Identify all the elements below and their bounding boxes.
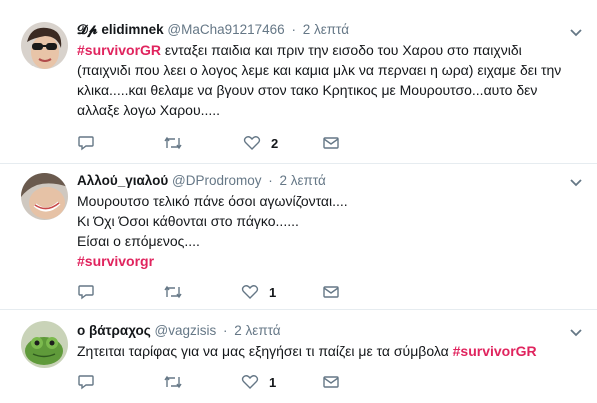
reply-button[interactable] bbox=[77, 133, 95, 153]
like-count: 2 bbox=[271, 135, 279, 151]
reply-icon bbox=[77, 135, 95, 151]
user-handle[interactable]: @vagzisis bbox=[155, 323, 217, 338]
tweet-line: (παιχνιδι που λεει ο λογος λεμε και καμι… bbox=[77, 60, 577, 80]
envelope-icon bbox=[322, 284, 340, 300]
reply-button[interactable] bbox=[77, 282, 95, 302]
tweet-line-text: Ζητειται ταρίφας για να μας εξηγήσει τι … bbox=[77, 343, 453, 359]
direct-message-button[interactable] bbox=[322, 372, 340, 392]
retweet-button[interactable] bbox=[163, 282, 183, 302]
tweet-actions: 2 bbox=[77, 133, 557, 153]
display-name[interactable]: ο βάτραχος bbox=[77, 323, 151, 338]
timestamp[interactable]: 2 λεπτά bbox=[303, 22, 349, 37]
tweet-line-text: Κι Όχι Όσοι κάθονται στο πάγκο...... bbox=[77, 213, 299, 229]
tweet-line: κλικα.....και θελαμε να βγουν στον τακο … bbox=[77, 80, 577, 100]
envelope-icon bbox=[322, 374, 340, 390]
tweet-text: Ζητειται ταρίφας για να μας εξηγήσει τι … bbox=[77, 341, 577, 361]
tweet-line: #survivorGR ενταξει παιδια και πριν την … bbox=[77, 40, 577, 60]
direct-message-button[interactable] bbox=[322, 133, 340, 153]
reply-icon bbox=[77, 284, 95, 300]
tweet-header: 𝓓𝓹 elidimnek @MaCha91217466 · 2 λεπτά bbox=[77, 21, 349, 39]
display-name[interactable]: 𝓓𝓹 elidimnek bbox=[77, 22, 164, 37]
user-handle[interactable]: @MaCha91217466 bbox=[167, 22, 284, 37]
tweet-line: #survivorgr bbox=[77, 251, 577, 271]
tweet[interactable]: ο βάτραχος @vagzisis · 2 λεπτά Ζητειται … bbox=[0, 310, 597, 403]
tweet-line-text: (παιχνιδι που λεει ο λογος λεμε και καμι… bbox=[77, 62, 562, 78]
chevron-down-icon[interactable] bbox=[569, 176, 583, 190]
tweet-line-text: κλικα.....και θελαμε να βγουν στον τακο … bbox=[77, 82, 538, 98]
separator-dot: · bbox=[268, 173, 273, 188]
reply-icon bbox=[77, 374, 95, 390]
like-button[interactable]: 2 bbox=[243, 133, 278, 153]
tweet-line: Ζητειται ταρίφας για να μας εξηγήσει τι … bbox=[77, 341, 577, 361]
retweet-icon bbox=[163, 135, 183, 151]
chevron-down-icon[interactable] bbox=[569, 26, 583, 40]
separator-dot: · bbox=[291, 22, 296, 37]
heart-icon bbox=[241, 374, 259, 390]
timestamp[interactable]: 2 λεπτά bbox=[280, 173, 326, 188]
tweet-feed: 𝓓𝓹 elidimnek @MaCha91217466 · 2 λεπτά #s… bbox=[0, 0, 597, 403]
tweet-actions: 1 bbox=[77, 372, 557, 392]
like-button[interactable]: 1 bbox=[241, 372, 276, 392]
tweet-text: #survivorGR ενταξει παιδια και πριν την … bbox=[77, 40, 577, 120]
tweet[interactable]: 𝓓𝓹 elidimnek @MaCha91217466 · 2 λεπτά #s… bbox=[0, 0, 597, 164]
avatar[interactable] bbox=[21, 173, 68, 220]
tweet-line-text: Είσαι ο επόμενος.... bbox=[77, 233, 200, 249]
chevron-down-icon[interactable] bbox=[569, 326, 583, 340]
tweet-line-text: ενταξει παιδια και πριν την εισοδο του Χ… bbox=[161, 42, 522, 58]
tweet-line-text: αλλαξε λογω Χαρου..... bbox=[77, 102, 221, 118]
heart-icon bbox=[241, 284, 259, 300]
separator-dot: · bbox=[223, 323, 228, 338]
avatar[interactable] bbox=[21, 22, 68, 69]
hashtag-link[interactable]: #survivorgr bbox=[77, 253, 154, 269]
user-handle[interactable]: @DProdromoy bbox=[172, 173, 261, 188]
timestamp[interactable]: 2 λεπτά bbox=[234, 323, 280, 338]
hashtag-link[interactable]: #survivorGR bbox=[77, 42, 161, 58]
tweet-header: Αλλού_γιαλού @DProdromoy · 2 λεπτά bbox=[77, 172, 326, 190]
retweet-icon bbox=[163, 374, 183, 390]
tweet-line: Κι Όχι Όσοι κάθονται στο πάγκο...... bbox=[77, 211, 577, 231]
tweet-line: Μουρουτσο τελικό πάνε όσοι αγωνίζονται..… bbox=[77, 191, 577, 211]
like-button[interactable]: 1 bbox=[241, 282, 276, 302]
tweet-line-text: Μουρουτσο τελικό πάνε όσοι αγωνίζονται..… bbox=[77, 193, 348, 209]
like-count: 1 bbox=[269, 284, 277, 300]
like-count: 1 bbox=[269, 374, 277, 390]
tweet[interactable]: Αλλού_γιαλού @DProdromoy · 2 λεπτά Μουρο… bbox=[0, 164, 597, 310]
display-name[interactable]: Αλλού_γιαλού bbox=[77, 173, 168, 188]
envelope-icon bbox=[322, 135, 340, 151]
retweet-icon bbox=[163, 284, 183, 300]
tweet-line: αλλαξε λογω Χαρου..... bbox=[77, 100, 577, 120]
tweet-actions: 1 bbox=[77, 282, 557, 302]
tweet-line: Είσαι ο επόμενος.... bbox=[77, 231, 577, 251]
retweet-button[interactable] bbox=[163, 133, 183, 153]
direct-message-button[interactable] bbox=[322, 282, 340, 302]
tweet-header: ο βάτραχος @vagzisis · 2 λεπτά bbox=[77, 322, 281, 340]
avatar[interactable] bbox=[21, 321, 68, 368]
hashtag-link[interactable]: #survivorGR bbox=[453, 343, 537, 359]
heart-icon bbox=[243, 135, 261, 151]
reply-button[interactable] bbox=[77, 372, 95, 392]
tweet-text: Μουρουτσο τελικό πάνε όσοι αγωνίζονται..… bbox=[77, 191, 577, 271]
retweet-button[interactable] bbox=[163, 372, 183, 392]
